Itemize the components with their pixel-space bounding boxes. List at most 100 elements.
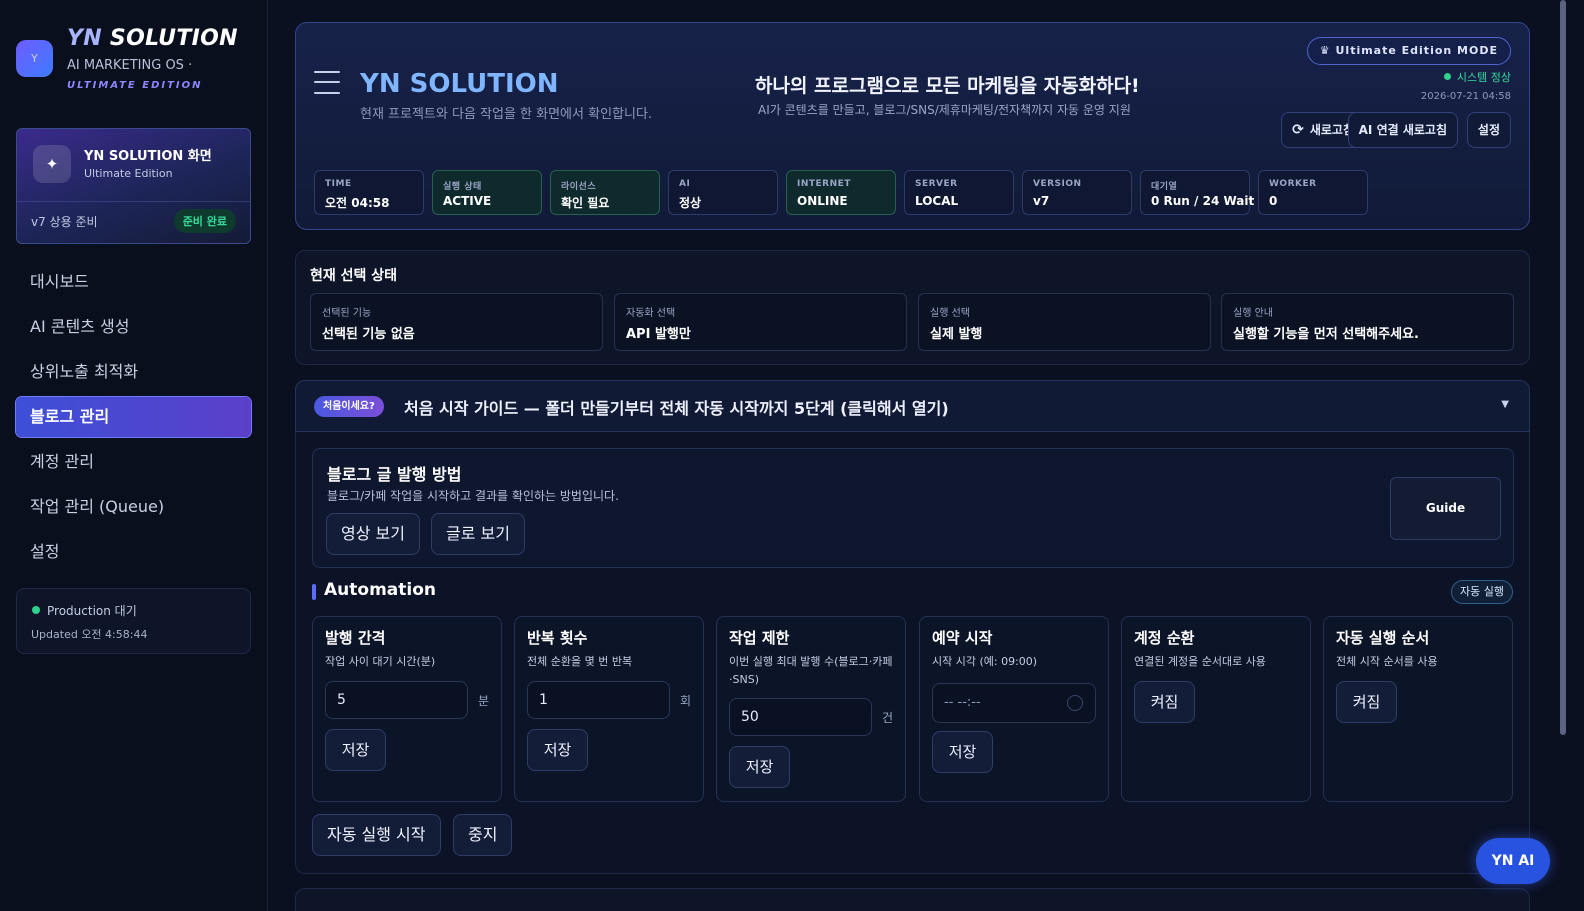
unit-label: 회: [680, 694, 692, 708]
main-content: YN SOLUTION 현재 프로젝트와 다음 작업을 한 화면에서 확인합니다…: [295, 0, 1530, 911]
time-placeholder: -- --:--: [944, 695, 981, 710]
stat-key: 라이선스: [561, 182, 597, 192]
version-label: v7 상용 준비: [31, 215, 98, 229]
brand-logo: Y: [16, 40, 53, 77]
stat-version: VERSION v7: [1022, 170, 1132, 215]
guide-button[interactable]: Guide: [1390, 477, 1501, 540]
selection-key: 선택된 기능: [322, 308, 372, 319]
stat-run-state: 실행 상태 ACTIVE: [432, 170, 542, 215]
stat-key: INTERNET: [797, 179, 851, 189]
selection-value: API 발행만: [626, 327, 691, 342]
status-dot-icon: [32, 606, 40, 614]
schedule-start-card: 예약 시작 시작 시각 (예: 09:00) -- --:-- 저장: [919, 616, 1109, 802]
card-desc: 작업 사이 대기 시간(분): [325, 655, 436, 668]
ai-refresh-button[interactable]: AI 연결 새로고침: [1347, 112, 1458, 148]
auto-run-badge: 자동 실행: [1451, 580, 1513, 604]
save-button[interactable]: 저장: [932, 731, 993, 773]
timestamp: 2026-07-21 04:58: [1420, 91, 1511, 102]
edition-mode-badge: ♛ Ultimate Edition MODE: [1306, 37, 1511, 65]
stat-key: WORKER: [1269, 179, 1317, 189]
sidebar-item-dashboard[interactable]: 대시보드: [16, 262, 251, 302]
page-title: YN SOLUTION: [360, 69, 559, 99]
card-title: 계정 순환: [1134, 629, 1195, 647]
page-subtitle: 현재 프로젝트와 다음 작업을 한 화면에서 확인합니다.: [360, 107, 653, 122]
start-auto-run-button[interactable]: 자동 실행 시작: [312, 814, 441, 856]
video-guide-button[interactable]: 영상 보기: [326, 513, 420, 555]
sidebar-item-blog[interactable]: 블로그 관리: [16, 397, 251, 437]
text-guide-button[interactable]: 글로 보기: [431, 513, 525, 555]
limit-input[interactable]: 50: [729, 698, 872, 736]
tagline: 하나의 프로그램으로 모든 마케팅을 자동화하다!: [755, 75, 1140, 97]
stat-worker: WORKER 0: [1258, 170, 1368, 215]
sidebar-item-ai-content[interactable]: AI 콘텐츠 생성: [16, 307, 251, 347]
interval-input[interactable]: 5: [325, 681, 468, 719]
repeat-input[interactable]: 1: [527, 681, 670, 719]
system-status: 시스템 정상: [1444, 69, 1511, 85]
selection-guide: 실행 안내 실행할 기능을 먼저 선택해주세요.: [1221, 293, 1514, 351]
production-status-card: Production 대기 Updated 오전 4:58:44: [16, 588, 251, 654]
stat-key: 대기열: [1151, 182, 1178, 192]
screen-card[interactable]: ✦ YN SOLUTION 화면 Ultimate Edition v7 상용 …: [16, 128, 251, 244]
stat-time: TIME 오전 04:58: [314, 170, 424, 215]
sidebar-item-seo[interactable]: 상위노출 최적화: [16, 352, 251, 392]
selection-automation: 자동화 선택 API 발행만: [614, 293, 907, 351]
selection-value: 실제 발행: [930, 327, 983, 342]
stat-license: 라이선스 확인 필요: [550, 170, 660, 215]
account-rotation-card: 계정 순환 연결된 계정을 순서대로 사용 켜짐: [1121, 616, 1311, 802]
sidebar-item-settings[interactable]: 설정: [16, 532, 251, 572]
brand[interactable]: Y YN SOLUTION AI MARKETING OS · ULTIMATE…: [16, 24, 256, 104]
sidebar: Y YN SOLUTION AI MARKETING OS · ULTIMATE…: [0, 0, 268, 911]
guide-text: 처음 시작 가이드 — 폴더 만들기부터 전체 자동 시작까지 5단계 (클릭해…: [404, 399, 949, 418]
stat-ai: AI 정상: [668, 170, 778, 215]
save-button[interactable]: 저장: [729, 746, 790, 788]
tagline-sub: AI가 콘텐츠를 만들고, 블로그/SNS/제휴마케팅/전자책까지 자동 운영 …: [758, 103, 1131, 117]
screen-card-title: YN SOLUTION 화면: [84, 149, 212, 164]
card-title: 반복 횟수: [527, 629, 588, 647]
blog-content-panel: 블로그 글 발행 방법 블로그/카페 작업을 시작하고 결과를 확인하는 방법입…: [295, 432, 1530, 874]
sparkle-icon: ✦: [33, 145, 71, 183]
card-desc: 시작 시각 (예: 09:00): [932, 655, 1038, 668]
publish-interval-card: 발행 간격 작업 사이 대기 시간(분) 5 분 저장: [312, 616, 502, 802]
settings-button[interactable]: 설정: [1466, 112, 1511, 148]
blog-method-title: 블로그 글 발행 방법: [327, 465, 462, 484]
sidebar-item-queue[interactable]: 작업 관리 (Queue): [16, 487, 251, 527]
section-accent-bar: [312, 584, 316, 600]
card-title: 예약 시작: [932, 629, 993, 647]
selection-feature: 선택된 기능 선택된 기능 없음: [310, 293, 603, 351]
yn-ai-assistant-button[interactable]: YN AI: [1476, 838, 1550, 884]
stat-value: 0: [1269, 194, 1278, 208]
selection-key: 실행 선택: [930, 308, 970, 319]
hamburger-menu-icon[interactable]: [314, 71, 340, 95]
production-status: Production 대기: [47, 604, 137, 618]
stat-key: TIME: [325, 179, 352, 189]
card-desc: 전체 순환을 몇 번 반복: [527, 655, 633, 668]
stop-button[interactable]: 중지: [453, 814, 513, 856]
selection-title: 현재 선택 상태: [310, 268, 398, 284]
unit-label: 분: [478, 694, 490, 708]
card-desc: 전체 시작 순서를 사용: [1336, 655, 1438, 668]
save-button[interactable]: 저장: [527, 729, 588, 771]
stat-value: 정상: [679, 196, 702, 210]
blog-method-subtitle: 블로그/카페 작업을 시작하고 결과를 확인하는 방법입니다.: [327, 489, 619, 503]
stat-server: SERVER LOCAL: [904, 170, 1014, 215]
first-time-badge: 처음이세요?: [314, 396, 384, 417]
run-order-toggle[interactable]: 켜짐: [1336, 681, 1397, 723]
getting-started-guide-toggle[interactable]: 처음이세요? 처음 시작 가이드 — 폴더 만들기부터 전체 자동 시작까지 5…: [295, 380, 1530, 432]
next-panel: [295, 888, 1530, 911]
selection-value: 선택된 기능 없음: [322, 327, 415, 342]
brand-title: YN SOLUTION: [67, 26, 238, 51]
save-button[interactable]: 저장: [325, 729, 386, 771]
card-desc: 이번 실행 최대 발행 수(블로그·카페·SNS): [729, 655, 893, 686]
brand-title-main: SOLUTION: [109, 26, 238, 51]
stat-value: ACTIVE: [443, 194, 492, 208]
selection-value: 실행할 기능을 먼저 선택해주세요.: [1233, 327, 1419, 342]
sidebar-item-accounts[interactable]: 계정 관리: [16, 442, 251, 482]
card-desc: 연결된 계정을 순서대로 사용: [1134, 655, 1266, 668]
account-rotation-toggle[interactable]: 켜짐: [1134, 681, 1195, 723]
screen-card-subtitle: Ultimate Edition: [84, 167, 173, 180]
chevron-down-icon: ▼: [1501, 399, 1509, 410]
start-time-input[interactable]: -- --:--: [932, 683, 1096, 723]
scrollbar[interactable]: [1560, 0, 1566, 735]
stat-key: VERSION: [1033, 179, 1082, 189]
stat-queue: 대기열 0 Run / 24 Wait: [1140, 170, 1254, 215]
